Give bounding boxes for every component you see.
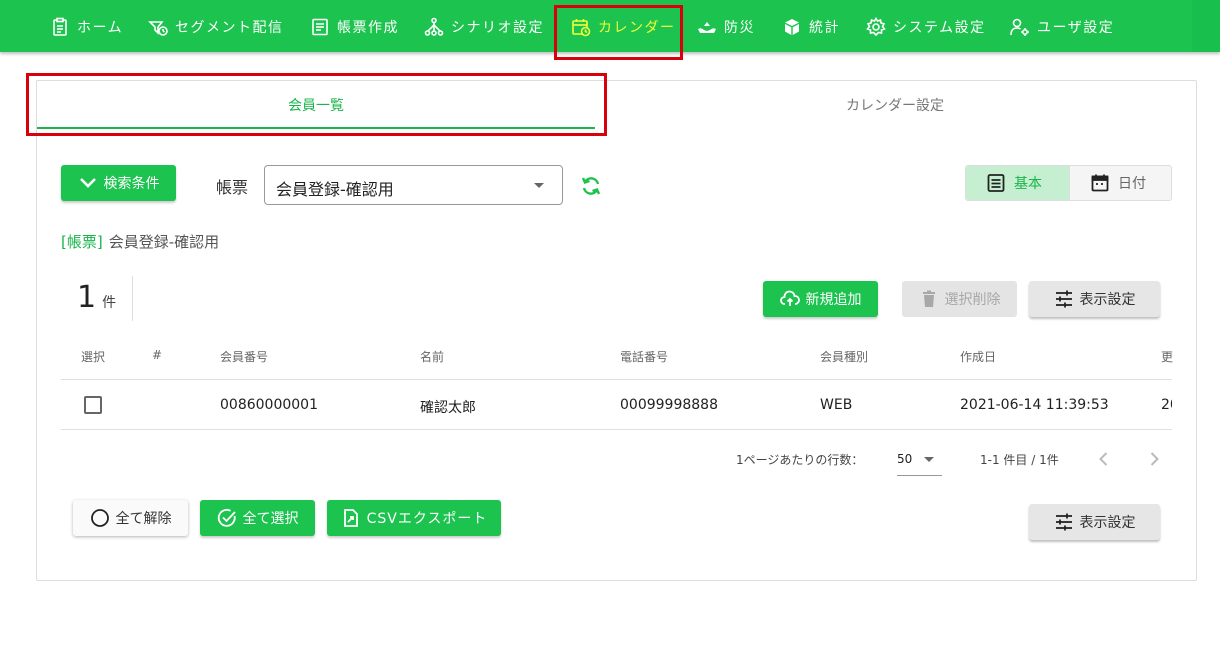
scenario-tree-icon <box>424 17 444 36</box>
column-header-created[interactable]: 作成日 <box>960 348 996 365</box>
rows-per-page-label: 1ページあたりの行数： <box>736 453 864 467</box>
cell-name: 確認太郎 <box>420 400 476 416</box>
column-header-index[interactable]: # <box>152 348 162 362</box>
trash-icon <box>922 290 935 307</box>
ledger-select[interactable]: 会員登録-確認用 <box>264 165 563 205</box>
cloud-upload-icon <box>779 290 800 306</box>
delete-selected-button[interactable]: 選択削除 <box>902 281 1017 317</box>
check-circle-icon <box>217 508 236 527</box>
column-header-phone[interactable]: 電話番号 <box>620 348 668 365</box>
nav-label-system-settings: システム設定 <box>893 20 986 36</box>
nav-label-stats: 統計 <box>809 20 840 36</box>
ledger-label: 帳票 <box>216 178 249 197</box>
pagination-range: 1-1 件目 / 1件 <box>980 453 1059 467</box>
display-settings-button-bottom[interactable]: 表示設定 <box>1029 504 1160 540</box>
add-new-button[interactable]: 新規追加 <box>763 281 878 317</box>
table-header: 選択 # 会員番号 名前 電話番号 会員種別 作成日 更 <box>61 332 1173 380</box>
circle-icon <box>90 509 109 527</box>
view-toggle-basic[interactable]: 基本 <box>966 166 1069 200</box>
nav-item-scenario[interactable]: シナリオ設定 <box>424 15 544 39</box>
column-header-name[interactable]: 名前 <box>420 348 444 365</box>
chevron-left-icon[interactable] <box>1094 449 1114 469</box>
tab-calendar-settings[interactable]: カレンダー設定 <box>600 81 1190 129</box>
ledger-caption-tag: [帳票] <box>61 233 103 251</box>
refresh-icon[interactable] <box>579 174 603 198</box>
nav-label-scenario: シナリオ設定 <box>451 20 544 36</box>
sliders-icon <box>1055 513 1072 531</box>
record-count: 1 件 <box>77 280 116 315</box>
clear-all-button[interactable]: 全て解除 <box>73 500 188 536</box>
nav-label-ledger: 帳票作成 <box>337 20 399 36</box>
csv-export-button[interactable]: CSVエクスポート <box>327 500 501 536</box>
select-all-label: 全て選択 <box>242 511 299 527</box>
cell-updated: 20 <box>1161 397 1172 413</box>
display-settings-label-bottom: 表示設定 <box>1079 515 1136 531</box>
caret-down-icon <box>924 457 934 462</box>
nav-item-segment[interactable]: セグメント配信 <box>148 15 284 39</box>
view-toggle: 基本 日付 <box>965 165 1172 201</box>
view-toggle-date[interactable]: 日付 <box>1069 166 1171 200</box>
disaster-hands-icon <box>698 22 716 33</box>
segment-send-icon <box>148 21 168 36</box>
display-settings-label-top: 表示設定 <box>1079 292 1136 308</box>
nav-item-ledger[interactable]: 帳票作成 <box>310 15 399 39</box>
display-settings-button-top[interactable]: 表示設定 <box>1029 281 1160 317</box>
search-conditions-button[interactable]: 検索条件 <box>61 165 176 201</box>
nav-label-home: ホーム <box>77 20 124 36</box>
nav-item-home[interactable]: ホーム <box>50 15 123 39</box>
view-toggle-date-label: 日付 <box>1118 176 1146 192</box>
record-count-unit: 件 <box>102 295 117 311</box>
nav-item-stats[interactable]: 統計 <box>782 15 840 39</box>
nav-label-segment: セグメント配信 <box>175 20 284 36</box>
nav-item-system-settings[interactable]: システム設定 <box>866 15 986 39</box>
calendar-icon <box>1091 174 1109 192</box>
delete-selected-label: 選択削除 <box>944 292 1001 308</box>
sliders-icon <box>1055 290 1072 308</box>
table-row[interactable]: 00860000001 確認太郎 00099998888 WEB 2021-06… <box>61 381 1172 430</box>
clipboard-icon <box>53 17 67 36</box>
chevron-right-icon[interactable] <box>1144 449 1164 469</box>
csv-export-label: CSVエクスポート <box>366 511 488 527</box>
nav-item-disaster[interactable]: 防災 <box>697 15 755 39</box>
ledger-select-value: 会員登録-確認用 <box>276 180 394 199</box>
gear-icon <box>866 17 886 37</box>
record-count-value: 1 <box>77 280 97 315</box>
cell-member-type: WEB <box>820 397 853 413</box>
file-export-icon <box>343 509 358 527</box>
clear-all-label: 全て解除 <box>115 511 172 527</box>
ledger-caption: [帳票] 会員登録-確認用 <box>61 231 219 252</box>
count-divider <box>132 276 133 321</box>
highlight-box-member-tab <box>26 73 607 136</box>
nav-label-user-settings: ユーザ設定 <box>1037 20 1115 36</box>
highlight-box-calendar <box>554 5 683 60</box>
select-all-button[interactable]: 全て選択 <box>200 500 315 536</box>
view-toggle-basic-label: 基本 <box>1014 176 1042 192</box>
column-header-member-type[interactable]: 会員種別 <box>820 348 868 365</box>
column-header-member-no[interactable]: 会員番号 <box>220 348 268 365</box>
add-new-label: 新規追加 <box>805 292 862 308</box>
column-header-updated[interactable]: 更 <box>1161 348 1173 365</box>
rows-per-page-value: 50 <box>897 452 913 466</box>
user-gear-icon <box>1010 18 1029 36</box>
cube-icon <box>785 19 799 35</box>
chevron-down-icon <box>79 178 96 188</box>
document-icon <box>312 18 328 36</box>
rows-per-page-select[interactable]: 50 <box>897 446 942 476</box>
caret-down-icon <box>534 183 544 188</box>
ledger-caption-name: 会員登録-確認用 <box>108 233 220 251</box>
nav-item-user-settings[interactable]: ユーザ設定 <box>1010 15 1114 39</box>
row-checkbox[interactable] <box>84 396 102 414</box>
column-header-select[interactable]: 選択 <box>81 348 105 365</box>
cell-phone: 00099998888 <box>620 397 718 413</box>
cell-member-no: 00860000001 <box>220 397 318 413</box>
list-document-icon <box>987 174 1005 192</box>
search-conditions-label: 検索条件 <box>103 176 160 192</box>
nav-label-disaster: 防災 <box>724 20 755 36</box>
cell-created: 2021-06-14 11:39:53 <box>960 397 1109 413</box>
